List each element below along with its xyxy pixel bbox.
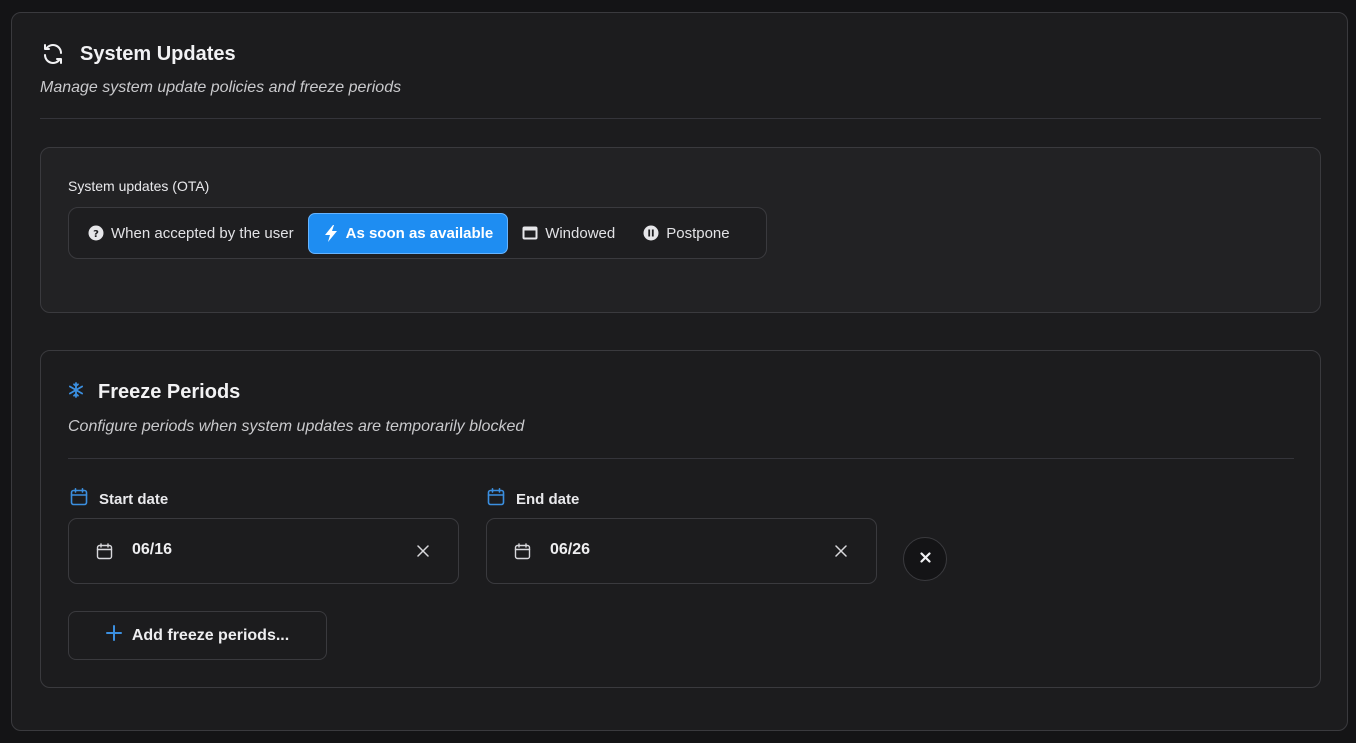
ota-option-label: Windowed (545, 224, 616, 242)
calendar-icon (486, 487, 506, 511)
remove-freeze-period-button[interactable] (903, 537, 947, 581)
ota-option-label: When accepted by the user (111, 224, 294, 242)
end-date-label-text: End date (516, 490, 580, 508)
calendar-icon (514, 543, 531, 565)
pause-circle-icon (643, 225, 659, 241)
end-date-input[interactable]: 06/26 (486, 518, 877, 584)
ota-option-label: Postpone (666, 224, 730, 242)
snowflake-icon (68, 382, 84, 403)
ota-option-postpone[interactable]: Postpone (629, 213, 743, 254)
system-updates-panel: System Updates Manage system update poli… (11, 12, 1348, 731)
freeze-periods-card: Freeze Periods Configure periods when sy… (40, 350, 1321, 688)
header-divider (40, 118, 1321, 119)
ota-option-user-accepted[interactable]: ? When accepted by the user (74, 213, 308, 254)
start-date-label: Start date (69, 487, 168, 511)
close-icon (919, 550, 931, 568)
freeze-header: Freeze Periods Configure periods when sy… (68, 381, 524, 436)
calendar-icon (69, 487, 89, 511)
start-date-label-text: Start date (99, 490, 169, 508)
ota-option-windowed[interactable]: Windowed (508, 213, 629, 254)
question-circle-icon: ? (88, 225, 104, 241)
clear-start-date-icon[interactable] (415, 543, 431, 559)
lightning-bolt-icon (323, 224, 339, 242)
end-date-label: End date (486, 487, 579, 511)
plus-icon (105, 625, 122, 646)
svg-text:?: ? (93, 229, 99, 240)
start-date-input[interactable]: 06/16 (68, 518, 459, 584)
add-freeze-period-label: Add freeze periods... (131, 626, 290, 644)
freeze-divider (68, 458, 1294, 459)
refresh-icon (40, 41, 66, 67)
ota-option-label: As soon as available (345, 224, 494, 242)
ota-option-asap[interactable]: As soon as available (307, 212, 509, 254)
page-title: System Updates (80, 42, 236, 65)
clear-end-date-icon[interactable] (833, 543, 849, 559)
add-freeze-period-button[interactable]: Add freeze periods... (68, 611, 327, 660)
ota-card: System updates (OTA) ? When accepted by … (40, 147, 1321, 313)
window-icon (522, 225, 538, 241)
end-date-value: 06/26 (550, 541, 591, 558)
ota-policy-selector: ? When accepted by the user As soon as a… (68, 207, 767, 259)
freeze-title: Freeze Periods (98, 381, 241, 403)
freeze-subtitle: Configure periods when system updates ar… (68, 418, 525, 435)
page-header: System Updates Manage system update poli… (40, 41, 401, 97)
ota-label: System updates (OTA) (68, 178, 210, 194)
start-date-value: 06/16 (132, 541, 173, 558)
calendar-icon (96, 543, 113, 565)
page-subtitle: Manage system update policies and freeze… (40, 79, 402, 96)
